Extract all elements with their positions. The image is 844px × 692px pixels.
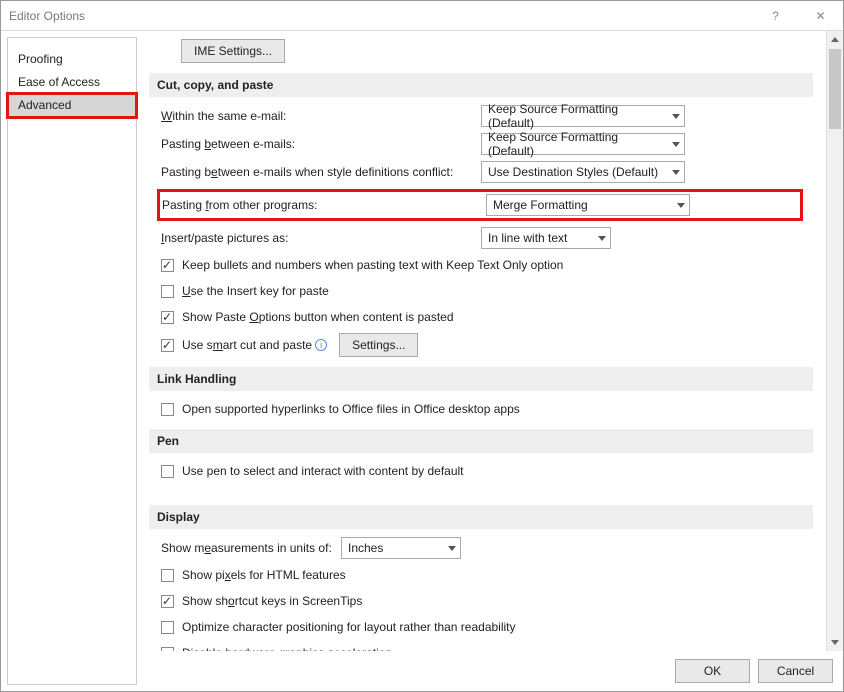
combo-value: Inches — [348, 541, 383, 555]
shortcut-keys-label: Show shortcut keys in ScreenTips — [182, 594, 362, 608]
insert-pictures-label: Insert/paste pictures as: — [161, 231, 481, 245]
pasting-other-programs-label: Pasting from other programs: — [162, 198, 486, 212]
section-cut-copy-paste: Cut, copy, and paste — [149, 73, 813, 97]
sidebar-item-ease-of-access[interactable]: Ease of Access — [8, 71, 136, 94]
optimize-char-checkbox[interactable] — [161, 621, 174, 634]
combo-value: Merge Formatting — [493, 198, 588, 212]
ok-label: OK — [704, 664, 721, 678]
settings-button-label: Settings... — [352, 338, 405, 352]
chevron-down-icon — [677, 203, 685, 208]
close-button[interactable]: ✕ — [798, 1, 843, 30]
combo-value: Use Destination Styles (Default) — [488, 165, 658, 179]
disable-hw-checkbox[interactable] — [161, 647, 174, 652]
pasting-between-emails-combo[interactable]: Keep Source Formatting (Default) — [481, 133, 685, 155]
keep-bullets-label: Keep bullets and numbers when pasting te… — [182, 258, 563, 272]
chevron-down-icon — [598, 236, 606, 241]
pixels-html-checkbox[interactable] — [161, 569, 174, 582]
measurement-units-label: Show measurements in units of: — [161, 541, 341, 555]
pasting-between-conflict-label: Pasting between e-mails when style defin… — [161, 165, 481, 179]
show-paste-options-label: Show Paste Options button when content i… — [182, 310, 454, 324]
titlebar: Editor Options ? ✕ — [1, 1, 843, 31]
sidebar-item-advanced[interactable]: Advanced — [8, 94, 136, 117]
smart-cut-settings-button[interactable]: Settings... — [339, 333, 418, 357]
sidebar-item-proofing[interactable]: Proofing — [8, 48, 136, 71]
within-same-email-combo[interactable]: Keep Source Formatting (Default) — [481, 105, 685, 127]
show-paste-options-checkbox[interactable] — [161, 311, 174, 324]
pasting-between-conflict-combo[interactable]: Use Destination Styles (Default) — [481, 161, 685, 183]
chevron-down-icon — [448, 546, 456, 551]
category-sidebar: Proofing Ease of Access Advanced — [7, 37, 137, 685]
open-hyperlinks-label: Open supported hyperlinks to Office file… — [182, 402, 520, 416]
measurement-units-combo[interactable]: Inches — [341, 537, 461, 559]
info-icon[interactable]: i — [315, 339, 327, 351]
chevron-down-icon — [672, 142, 680, 147]
keep-bullets-checkbox[interactable] — [161, 259, 174, 272]
dialog-footer: OK Cancel — [141, 651, 843, 691]
help-button[interactable]: ? — [753, 1, 798, 30]
pasting-other-programs-combo[interactable]: Merge Formatting — [486, 194, 690, 216]
section-display: Display — [149, 505, 813, 529]
window-title: Editor Options — [9, 9, 85, 23]
chevron-down-icon — [672, 170, 680, 175]
smart-cut-paste-label: Use smart cut and paste — [182, 338, 312, 352]
ime-settings-button[interactable]: IME Settings... — [181, 39, 285, 63]
chevron-down-icon — [672, 114, 680, 119]
combo-value: In line with text — [488, 231, 567, 245]
section-pen: Pen — [149, 429, 813, 453]
pixels-html-label: Show pixels for HTML features — [182, 568, 346, 582]
section-link-handling: Link Handling — [149, 367, 813, 391]
insert-pictures-combo[interactable]: In line with text — [481, 227, 611, 249]
use-pen-checkbox[interactable] — [161, 465, 174, 478]
shortcut-keys-checkbox[interactable] — [161, 595, 174, 608]
within-same-email-label: Within the same e-mail: — [161, 109, 481, 123]
combo-value: Keep Source Formatting (Default) — [488, 102, 666, 130]
ime-settings-label: IME Settings... — [194, 44, 272, 58]
open-hyperlinks-checkbox[interactable] — [161, 403, 174, 416]
disable-hw-label: Disable hardware graphics acceleration — [182, 646, 392, 651]
smart-cut-paste-checkbox[interactable] — [161, 339, 174, 352]
pasting-between-emails-label: Pasting between e-mails: — [161, 137, 481, 151]
insert-key-checkbox[interactable] — [161, 285, 174, 298]
editor-options-dialog: Editor Options ? ✕ Proofing Ease of Acce… — [0, 0, 844, 692]
cancel-label: Cancel — [777, 664, 814, 678]
use-pen-label: Use pen to select and interact with cont… — [182, 464, 464, 478]
ok-button[interactable]: OK — [675, 659, 750, 683]
insert-key-label: Use the Insert key for paste — [182, 284, 329, 298]
optimize-char-label: Optimize character positioning for layou… — [182, 620, 516, 634]
combo-value: Keep Source Formatting (Default) — [488, 130, 666, 158]
pasting-other-programs-row: Pasting from other programs: Merge Forma… — [157, 189, 803, 221]
cancel-button[interactable]: Cancel — [758, 659, 833, 683]
